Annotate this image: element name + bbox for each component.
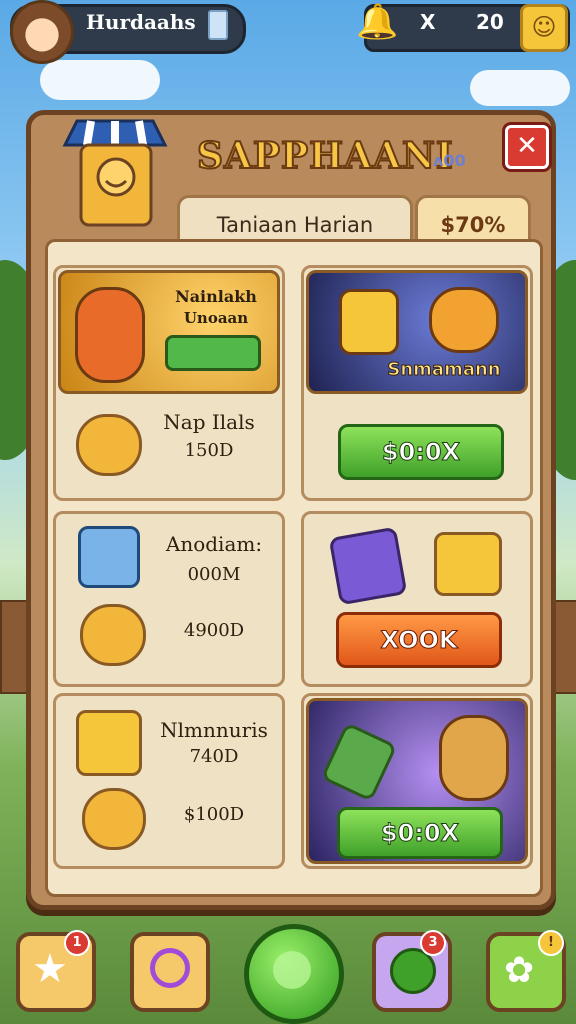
fish-icon [429, 287, 499, 353]
coin-shop-icon[interactable]: ☺ [520, 4, 568, 52]
currency-multiplier: X [420, 10, 436, 34]
offer-amount: 150D [184, 440, 234, 461]
shop-panel: SAPPHAANI ʌ00 ✕ Taniaan Harian $70% Nain… [26, 110, 556, 910]
shop-stall-icon [61, 115, 169, 235]
featured-line-2: Unoaan [183, 309, 249, 327]
offer-name: Nap Ilals [163, 410, 255, 434]
buy-button-1[interactable]: $0:0X [338, 424, 504, 480]
featured-line-1: Nainlakh [175, 287, 257, 306]
nav-home-button[interactable] [244, 924, 344, 1024]
robot-icon [78, 526, 140, 588]
player-avatar[interactable] [10, 0, 74, 64]
star-icon: ★ [32, 946, 68, 992]
currency-amount: 20 [476, 10, 504, 34]
flower-icon: ✿ [504, 950, 535, 991]
offer-card-5[interactable]: Nlmnnuris 740D $100D [53, 693, 285, 869]
featured-bundle-banner: Nainlakh Unoaan [58, 270, 280, 394]
name-edit-icon[interactable] [208, 10, 228, 40]
nav-search-button[interactable] [130, 932, 210, 1012]
offer-amount-1: 000M [187, 564, 241, 585]
notification-badge: 3 [420, 930, 446, 956]
offer-card-6[interactable]: $0:0X [301, 693, 533, 869]
phone-icon [339, 289, 399, 355]
nav-star-button[interactable]: ★ 1 [16, 930, 96, 1012]
tab-discount-label: $70% [440, 213, 506, 237]
offer-amount-2: $100D [183, 804, 245, 825]
offer-card-3[interactable]: Anodiam: 000M 4900D [53, 511, 285, 687]
cat-icon [76, 414, 142, 476]
alert-badge: ! [538, 930, 564, 956]
close-button[interactable]: ✕ [505, 125, 549, 169]
offer-card-2[interactable]: Snmamann $0:0X [301, 265, 533, 501]
notification-badge: 1 [64, 930, 90, 956]
nav-settings-button[interactable]: ✿ ! [486, 930, 566, 1012]
gem-card-icon [328, 526, 408, 606]
home-orb-icon [273, 951, 311, 989]
cash-stack-icon [165, 335, 261, 371]
character-icon [75, 287, 145, 383]
offer-name: Nlmnnuris [160, 718, 268, 742]
offer-card-1[interactable]: Nainlakh Unoaan Nap Ilals 150D [53, 265, 285, 501]
offer-name: Anodiam: [165, 532, 263, 556]
cat-icon [80, 604, 146, 666]
magnifier-icon [150, 948, 190, 988]
offer-amount-1: 740D [189, 746, 239, 767]
nav-chat-button[interactable]: 3 [372, 930, 452, 1012]
buy-button-2[interactable]: XOOK [336, 612, 502, 668]
player-name: Hurdaahs [86, 10, 196, 34]
gear-box-icon [76, 710, 142, 776]
featured-mystery-banner: Snmamann [306, 270, 528, 394]
cat-icon [82, 788, 146, 850]
featured-text: Snmamann [387, 359, 501, 381]
featured-bear-banner: $0:0X [306, 698, 528, 864]
buy-button-3[interactable]: $0:0X [337, 807, 503, 859]
treasure-chest-icon [434, 532, 502, 596]
offer-amount-2: 4900D [183, 620, 245, 641]
title-decoration: ʌ00 [433, 151, 466, 170]
offer-card-4[interactable]: XOOK [301, 511, 533, 687]
bear-character-icon [439, 715, 509, 801]
tab-daily-label: Taniaan Harian [216, 213, 374, 237]
sword-icon [320, 722, 398, 802]
panel-title: SAPPHAANI [196, 134, 454, 178]
bell-icon: 🔔 [356, 2, 399, 42]
